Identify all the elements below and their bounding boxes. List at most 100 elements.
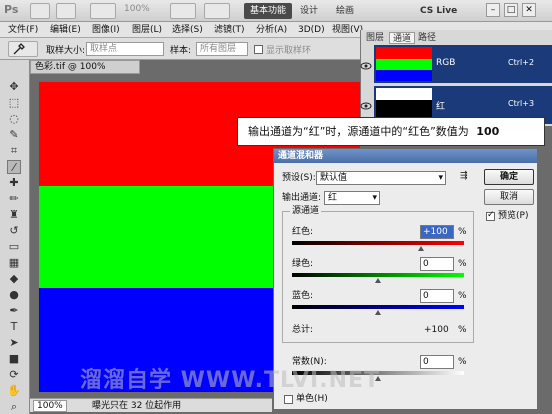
menu-edit[interactable]: 编辑(E)	[50, 24, 81, 36]
brush-tool-icon[interactable]: ✏	[7, 192, 21, 206]
red-slider-thumb[interactable]	[418, 246, 424, 251]
3d-rotate-tool-icon[interactable]: ⟳	[7, 368, 21, 382]
menu-select[interactable]: 选择(S)	[172, 24, 203, 36]
minimize-button[interactable]: –	[486, 3, 500, 17]
bridge-button[interactable]	[30, 3, 50, 19]
zoom-level[interactable]: 100%	[124, 4, 150, 14]
red-label: 红色:	[292, 227, 314, 237]
green-percent: %	[458, 259, 467, 269]
total-value: +100	[424, 325, 449, 335]
ok-button[interactable]: 确定	[484, 169, 534, 185]
zoom-tool-icon[interactable]: ⌕	[7, 400, 21, 414]
preset-select[interactable]: 默认值 ▾	[316, 171, 446, 185]
eye-icon[interactable]	[360, 100, 372, 112]
tab-channels[interactable]: 通道	[389, 32, 416, 44]
menu-image[interactable]: 图像(I)	[92, 24, 120, 36]
menu-filter[interactable]: 滤镜(T)	[214, 24, 245, 36]
output-channel-value: 红	[328, 193, 338, 203]
eyedropper-preset-button[interactable]	[8, 41, 38, 57]
clone-stamp-tool-icon[interactable]: ♜	[7, 208, 21, 222]
preview-checkbox[interactable]: ✓	[486, 210, 495, 221]
menu-3d[interactable]: 3D(D)	[298, 24, 325, 36]
arrange-documents-button[interactable]	[170, 3, 196, 19]
status-info: 曝光只在 32 位起作用	[92, 401, 182, 411]
shape-tool-icon[interactable]: ■	[7, 352, 21, 366]
output-channel-select[interactable]: 红 ▾	[324, 191, 380, 205]
sample-select[interactable]: 所有图层	[196, 42, 248, 56]
chevron-down-icon: ▾	[372, 193, 377, 203]
green-slider-thumb[interactable]	[375, 278, 381, 283]
eyedropper-tool-icon[interactable]: ⁄	[7, 160, 21, 174]
move-tool-icon[interactable]: ✥	[7, 80, 21, 94]
workspace-design[interactable]: 设计	[300, 3, 318, 19]
application-bar: Ps 100% 基本功能 设计 绘画 CS Live – □ ✕	[0, 0, 552, 22]
channel-row-rgb[interactable]: RGB Ctrl+2	[374, 45, 552, 83]
marquee-tool-icon[interactable]: ⬚	[7, 96, 21, 110]
total-percent: %	[458, 325, 467, 335]
chevron-down-icon: ▾	[438, 173, 443, 183]
crop-tool-icon[interactable]: ⌗	[7, 144, 21, 158]
path-selection-tool-icon[interactable]: ➤	[7, 336, 21, 350]
eraser-tool-icon[interactable]: ▭	[7, 240, 21, 254]
minibridge-button[interactable]	[56, 3, 76, 19]
document-tab[interactable]: 色彩.tif @ 100%(RGB/8)	[30, 60, 140, 84]
menu-file[interactable]: 文件(F)	[8, 24, 38, 36]
show-sampling-ring-label: 显示取样环	[266, 46, 312, 56]
dialog-title: 通道混和器	[274, 149, 537, 163]
tools-panel: ✥ ⬚ ◌ ✎ ⌗ ⁄ ✚ ✏ ♜ ↺ ▭ ▦ ◆ ● ✒ T ➤ ■ ⟳ ✋ …	[0, 60, 30, 414]
sample-size-select[interactable]: 取样点	[86, 42, 164, 56]
blue-slider-thumb[interactable]	[375, 310, 381, 315]
workspace-essentials[interactable]: 基本功能	[244, 3, 292, 19]
quick-select-tool-icon[interactable]: ✎	[7, 128, 21, 142]
eyedropper-icon	[13, 43, 25, 55]
close-button[interactable]: ✕	[522, 3, 536, 17]
red-slider-track[interactable]	[292, 241, 464, 245]
tab-layers[interactable]: 图层	[363, 32, 387, 44]
channel-shortcut-rgb: Ctrl+2	[508, 58, 535, 67]
pen-tool-icon[interactable]: ✒	[7, 304, 21, 318]
healing-brush-tool-icon[interactable]: ✚	[7, 176, 21, 190]
hand-tool-icon[interactable]: ✋	[7, 384, 21, 398]
preview-label: 预览(P)	[498, 211, 529, 221]
blue-value-field[interactable]: 0	[420, 289, 454, 303]
maximize-button[interactable]: □	[504, 3, 518, 17]
gradient-tool-icon[interactable]: ▦	[7, 256, 21, 270]
blue-slider-track[interactable]	[292, 305, 464, 309]
channel-name-rgb: RGB	[436, 58, 456, 68]
cancel-button[interactable]: 取消	[484, 189, 534, 205]
tab-paths[interactable]: 路径	[415, 32, 439, 44]
photoshop-logo: Ps	[4, 3, 19, 16]
source-channels-title: 源通道	[290, 206, 322, 216]
monochrome-checkbox[interactable]	[284, 395, 293, 404]
green-value-field[interactable]: 0	[420, 257, 454, 271]
blue-label: 蓝色:	[292, 291, 314, 301]
menu-layer[interactable]: 图层(L)	[132, 24, 162, 36]
callout-text: 输出通道为“红”时，源通道中的“红色”数值为	[248, 125, 469, 138]
type-tool-icon[interactable]: T	[7, 320, 21, 334]
blue-percent: %	[458, 291, 467, 301]
green-slider-track[interactable]	[292, 273, 464, 277]
green-label: 绿色:	[292, 259, 314, 269]
show-sampling-ring-checkbox[interactable]	[254, 45, 263, 54]
zoom-field[interactable]: 100%	[33, 400, 67, 412]
view-extras-button[interactable]	[90, 3, 116, 19]
rgb-thumbnail	[376, 47, 432, 81]
history-brush-tool-icon[interactable]: ↺	[7, 224, 21, 238]
preset-options-icon[interactable]: ⇶	[460, 171, 468, 181]
lasso-tool-icon[interactable]: ◌	[7, 112, 21, 126]
menu-view[interactable]: 视图(V)	[332, 24, 363, 36]
menu-analysis[interactable]: 分析(A)	[256, 24, 287, 36]
workspace-painting[interactable]: 绘画	[336, 3, 354, 19]
blur-tool-icon[interactable]: ◆	[7, 272, 21, 286]
sample-label: 样本:	[170, 46, 192, 56]
total-label: 总计:	[292, 325, 314, 335]
instruction-callout: 输出通道为“红”时，源通道中的“红色”数值为 100	[237, 117, 545, 146]
red-percent: %	[458, 227, 467, 237]
eye-icon[interactable]	[360, 60, 372, 72]
screen-mode-button[interactable]	[204, 3, 230, 19]
sample-size-label: 取样大小:	[46, 46, 86, 56]
dodge-tool-icon[interactable]: ●	[7, 288, 21, 302]
cs-live-button[interactable]: CS Live	[420, 3, 476, 19]
red-value-field[interactable]: +100	[420, 225, 454, 239]
preset-value: 默认值	[320, 173, 348, 183]
